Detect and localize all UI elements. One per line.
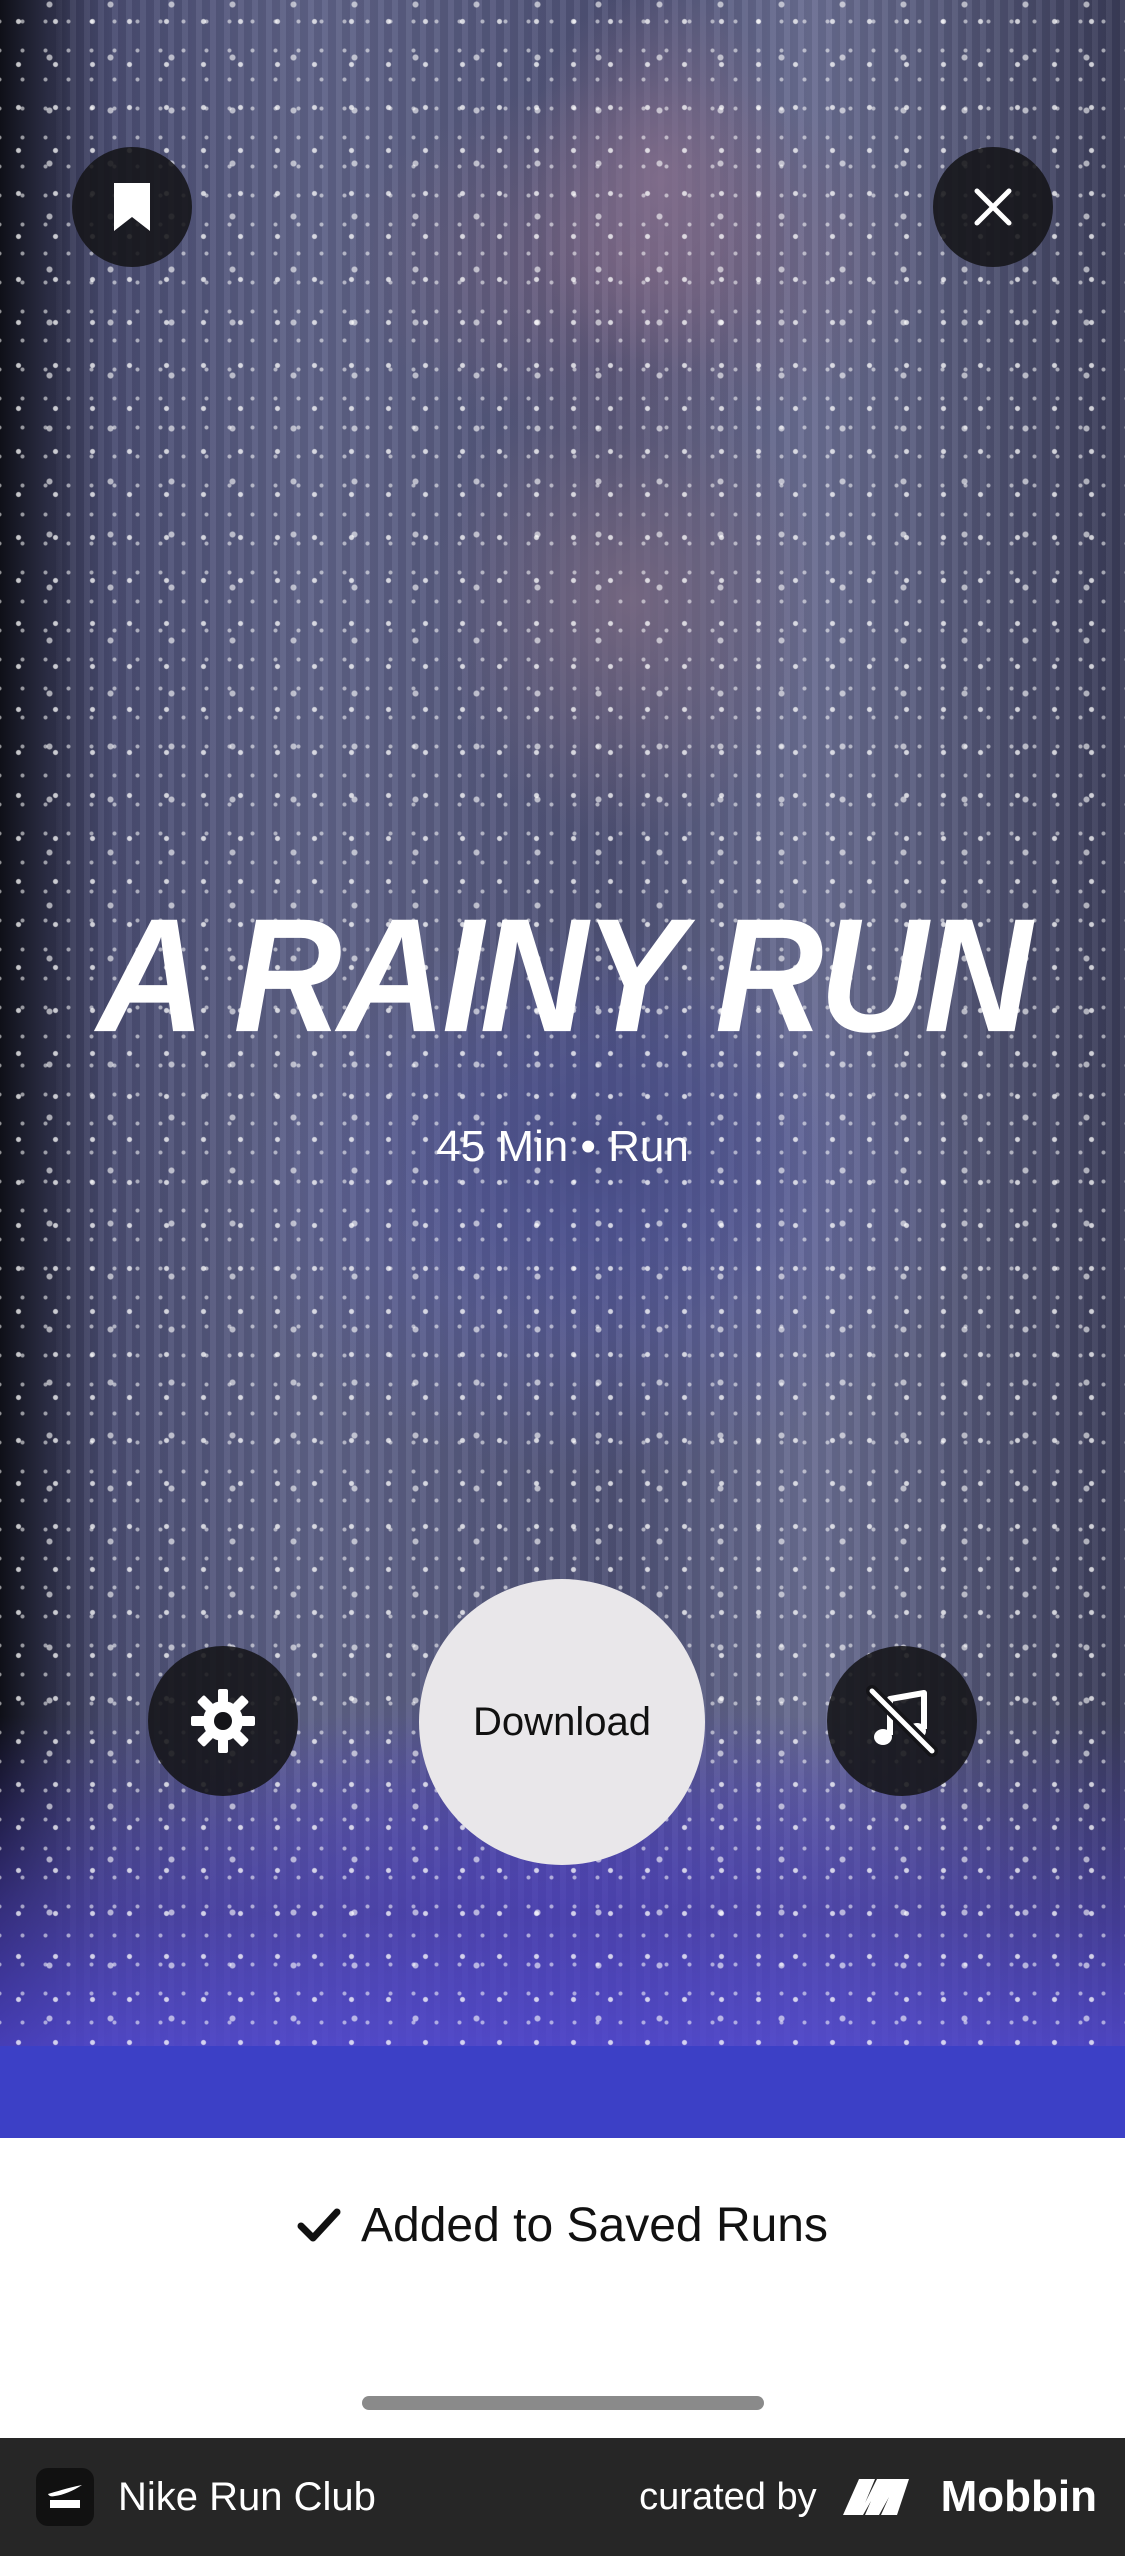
workout-title: A RAINY RUN (96, 884, 1032, 1066)
home-indicator[interactable] (362, 2396, 764, 2410)
footer-app: Nike Run Club (36, 2468, 376, 2526)
music-toggle-button[interactable] (827, 1646, 977, 1796)
close-button[interactable] (933, 147, 1053, 267)
footer-app-name: Nike Run Club (118, 2474, 376, 2519)
saved-toast: Added to Saved Runs (0, 2138, 1125, 2438)
mobbin-brand: Mobbin (841, 2472, 1097, 2522)
toast-message: Added to Saved Runs (361, 2199, 828, 2252)
bookmark-button[interactable] (72, 147, 192, 267)
checkmark-icon (297, 2208, 341, 2241)
music-off-icon (866, 1685, 938, 1757)
settings-button[interactable] (148, 1646, 298, 1796)
toast-content: Added to Saved Runs (0, 2198, 1125, 2253)
mobbin-name: Mobbin (940, 2472, 1097, 2521)
close-icon (974, 188, 1012, 226)
bookmark-icon (114, 183, 150, 231)
download-button[interactable]: Download (419, 1579, 705, 1865)
curated-by-label: curated by (639, 2475, 817, 2518)
mobbin-logo-icon (842, 2479, 909, 2515)
workout-meta: 45 Min • Run (436, 1122, 689, 1171)
gear-icon (191, 1689, 255, 1753)
nrc-logo-icon (36, 2468, 94, 2526)
footer-credit: curated by Mobbin (639, 2472, 1097, 2522)
accent-band (0, 2046, 1125, 2138)
footer-bar: Nike Run Club curated by Mobbin (0, 2438, 1125, 2556)
